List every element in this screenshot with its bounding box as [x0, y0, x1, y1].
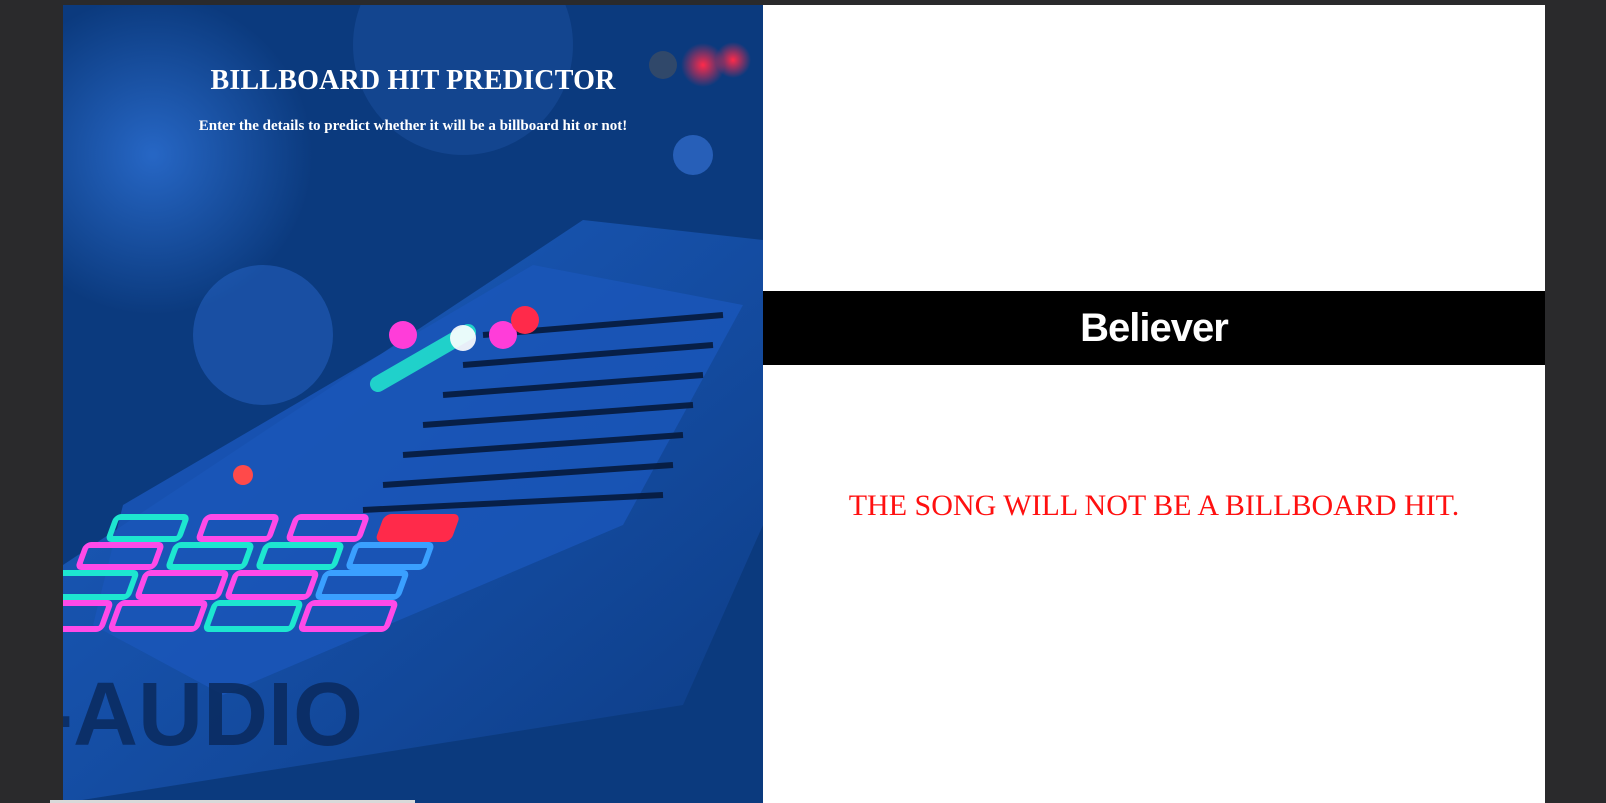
song-name: Believer	[1080, 305, 1229, 350]
page-title: BILLBOARD HIT PREDICTOR	[210, 65, 616, 96]
result-panel: Believer THE SONG WILL NOT BE A BILLBOAR…	[763, 5, 1545, 803]
hero-panel: -AUDIO BILLBOARD HIT PREDICTOR Enter the…	[63, 5, 763, 803]
song-banner: Believer	[763, 291, 1545, 365]
prediction-result: THE SONG WILL NOT BE A BILLBOARD HIT.	[848, 489, 1460, 522]
page-subtitle: Enter the details to predict whether it …	[198, 118, 628, 134]
page: -AUDIO BILLBOARD HIT PREDICTOR Enter the…	[0, 0, 1606, 803]
svg-text:-AUDIO: -AUDIO	[63, 665, 363, 765]
